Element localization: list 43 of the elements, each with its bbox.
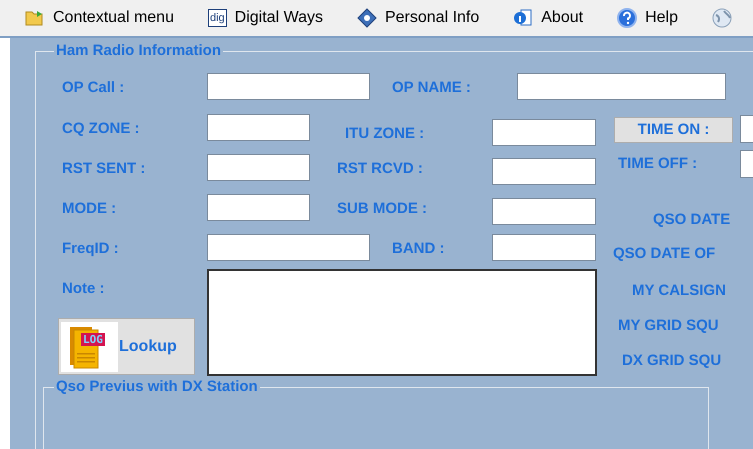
input-field[interactable] (492, 158, 596, 185)
field-label: QSO DATE OF (613, 245, 716, 263)
menu-item[interactable]: Personal Info (356, 6, 480, 30)
field-label: ITU ZONE : (345, 125, 424, 143)
menu-item[interactable]: Contextual menu (25, 6, 174, 30)
field-label: RST SENT : (62, 160, 146, 178)
group-title: Qso Previus with DX Station (54, 378, 260, 396)
field-label: OP Call : (62, 79, 124, 97)
input-field[interactable] (207, 234, 370, 261)
lookup-button[interactable]: LOG Lookup (58, 318, 195, 375)
field-label: BAND : (392, 240, 444, 258)
input-field[interactable] (207, 73, 370, 100)
input-field[interactable] (492, 119, 596, 146)
field-label: MODE : (62, 200, 116, 218)
input-field[interactable] (492, 198, 596, 225)
field-label: CQ ZONE : (62, 120, 140, 138)
field-label: OP NAME : (392, 79, 471, 97)
diamond-icon (356, 8, 377, 28)
menu-item[interactable]: About (513, 6, 584, 30)
field-label: Note : (62, 280, 104, 298)
input-field[interactable] (517, 73, 726, 100)
field-label: MY CALSIGN (632, 282, 726, 300)
input-field[interactable] (207, 114, 310, 141)
document-icon (513, 8, 534, 28)
field-label: QSO DATE (653, 211, 730, 229)
field-label: RST RCVD : (337, 160, 423, 178)
field-label: MY GRID SQU (618, 317, 719, 335)
time-on-button[interactable]: TIME ON : (614, 117, 733, 143)
field-label: SUB MODE : (337, 200, 427, 218)
help-icon (617, 8, 638, 28)
input-field[interactable] (207, 194, 310, 221)
log-book-icon: LOG (61, 322, 118, 372)
folder-icon (25, 9, 45, 27)
field-label: TIME OFF : (618, 155, 698, 173)
field-label: DX GRID SQU (622, 352, 722, 370)
menu-item[interactable]: Help (617, 6, 678, 30)
note-field[interactable] (207, 269, 597, 376)
menu-item[interactable]: dig Digital Ways (208, 6, 323, 30)
input-field[interactable] (207, 154, 310, 181)
chip-icon: dig (208, 9, 227, 27)
globe-icon[interactable] (712, 8, 732, 28)
field-label: FreqID : (62, 240, 119, 258)
input-field[interactable] (492, 234, 596, 261)
